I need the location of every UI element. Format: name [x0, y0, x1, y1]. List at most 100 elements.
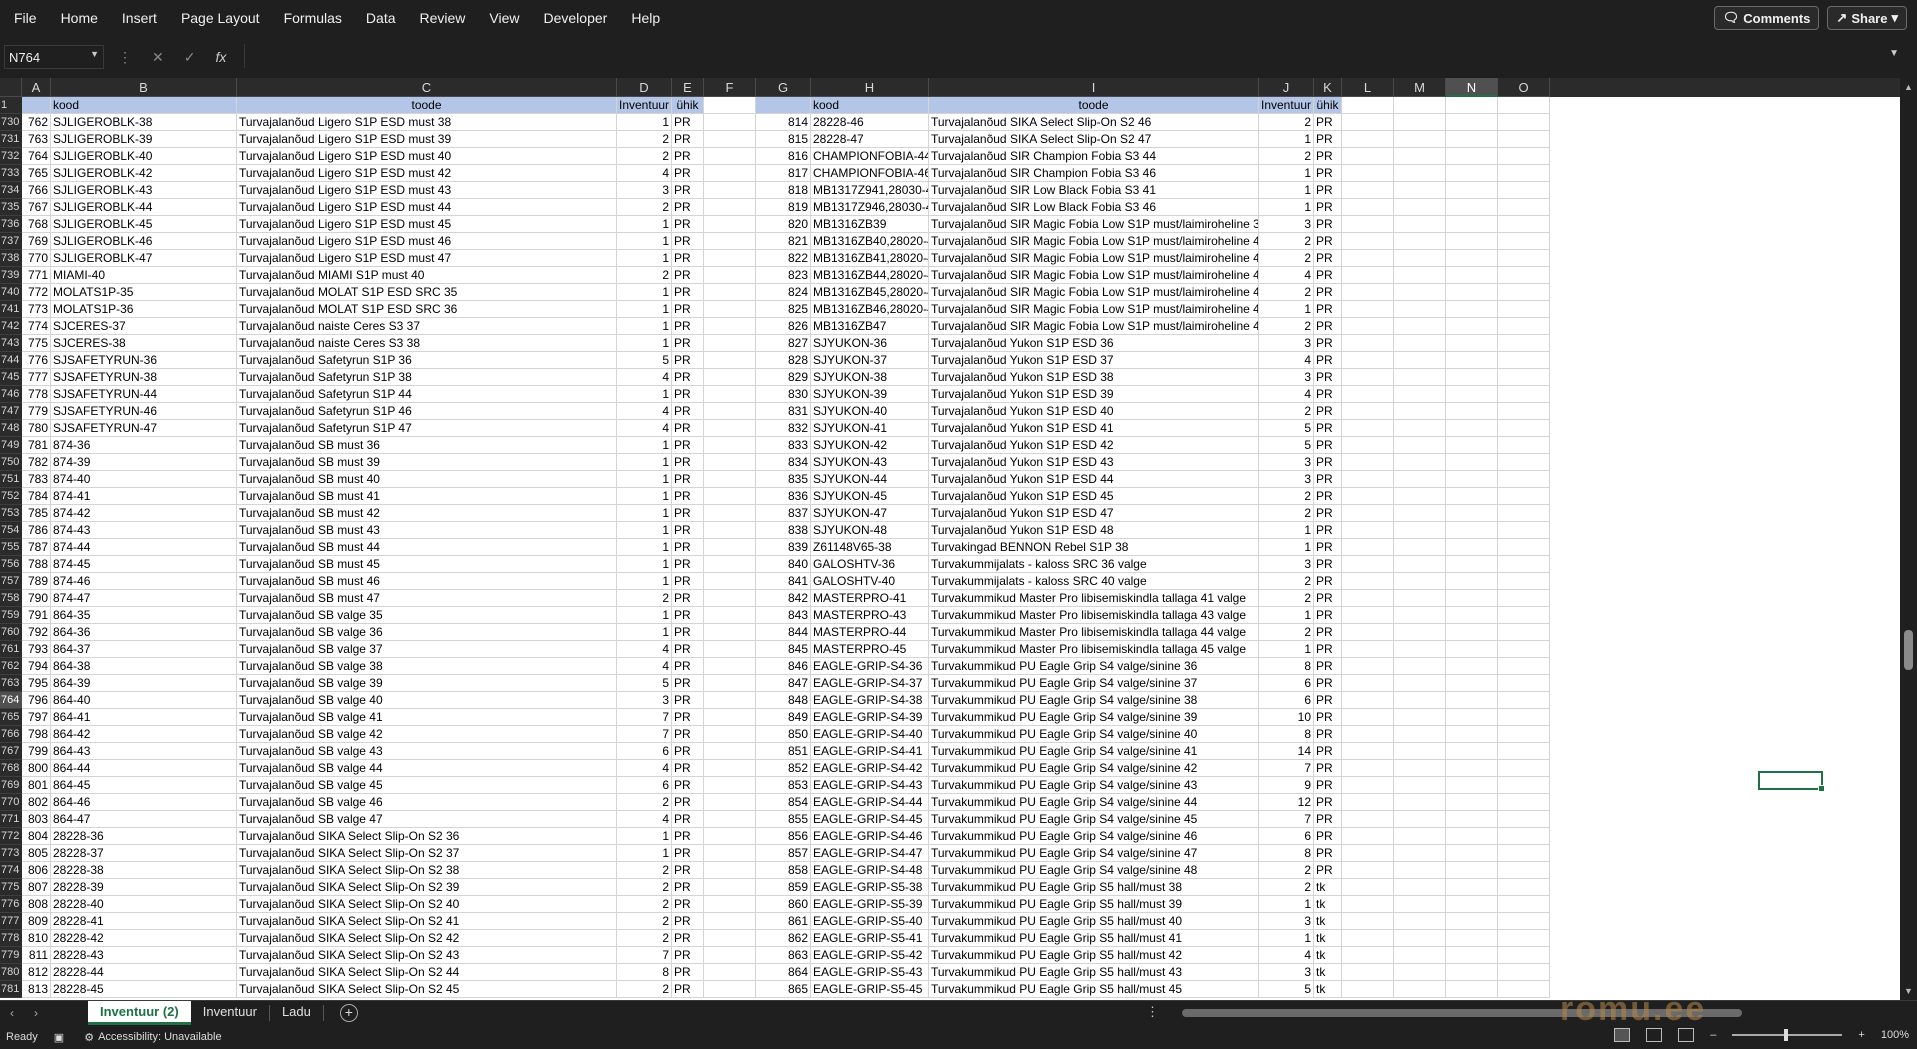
data-cell[interactable]: SJSAFETYRUN-46	[51, 403, 237, 420]
data-cell[interactable]: 3	[1259, 454, 1314, 471]
data-cell[interactable]: EAGLE-GRIP-S4-36	[811, 658, 929, 675]
empty-cell[interactable]	[1342, 420, 1394, 437]
row-header[interactable]: 776	[0, 896, 22, 913]
data-cell[interactable]: Turvajalanõud SIKA Select Slip-On S2 38	[237, 862, 617, 879]
empty-cell[interactable]	[1342, 216, 1394, 233]
empty-cell[interactable]	[1394, 420, 1446, 437]
data-cell[interactable]: 807	[22, 879, 51, 896]
data-cell[interactable]: PR	[1314, 301, 1342, 318]
data-cell[interactable]: EAGLE-GRIP-S5-39	[811, 896, 929, 913]
empty-cell[interactable]	[1446, 896, 1498, 913]
data-cell[interactable]: 2	[1259, 403, 1314, 420]
data-cell[interactable]: 848	[756, 692, 811, 709]
data-cell[interactable]: SJYUKON-43	[811, 454, 929, 471]
data-cell[interactable]: tk	[1314, 981, 1342, 998]
row-header[interactable]: 737	[0, 233, 22, 250]
empty-cell[interactable]	[1394, 726, 1446, 743]
data-cell[interactable]: Turvakummikud PU Eagle Grip S5 hall/must…	[929, 879, 1259, 896]
data-cell[interactable]: tk	[1314, 913, 1342, 930]
empty-cell[interactable]	[704, 505, 756, 522]
empty-cell[interactable]	[1498, 930, 1550, 947]
empty-cell[interactable]	[1446, 624, 1498, 641]
data-cell[interactable]: MASTERPRO-43	[811, 607, 929, 624]
data-cell[interactable]: 793	[22, 641, 51, 658]
header-cell[interactable]	[756, 97, 811, 114]
data-cell[interactable]: EAGLE-GRIP-S4-42	[811, 760, 929, 777]
empty-cell[interactable]	[704, 216, 756, 233]
data-cell[interactable]: PR	[1314, 488, 1342, 505]
empty-cell[interactable]	[704, 182, 756, 199]
data-cell[interactable]: PR	[672, 318, 704, 335]
data-cell[interactable]: PR	[672, 726, 704, 743]
data-cell[interactable]: PR	[1314, 131, 1342, 148]
empty-cell[interactable]	[1446, 165, 1498, 182]
empty-cell[interactable]	[1394, 250, 1446, 267]
row-header[interactable]: 771	[0, 811, 22, 828]
data-cell[interactable]: 851	[756, 743, 811, 760]
data-cell[interactable]: Turvajalanõud SB must 42	[237, 505, 617, 522]
data-cell[interactable]: MB1316ZB46,28020-46	[811, 301, 929, 318]
data-cell[interactable]: Turvakummikud Master Pro libisemiskindla…	[929, 624, 1259, 641]
empty-cell[interactable]	[1446, 862, 1498, 879]
select-all-corner[interactable]	[0, 78, 22, 97]
data-cell[interactable]: PR	[672, 216, 704, 233]
data-cell[interactable]: Turvajalanõud Safetyrun S1P 38	[237, 369, 617, 386]
empty-cell[interactable]	[704, 114, 756, 131]
empty-cell[interactable]	[1446, 199, 1498, 216]
data-cell[interactable]: Turvajalanõud SIR Champion Fobia S3 44	[929, 148, 1259, 165]
data-cell[interactable]: Turvajalanõud SB must 43	[237, 522, 617, 539]
data-cell[interactable]: PR	[1314, 590, 1342, 607]
data-cell[interactable]: 818	[756, 182, 811, 199]
data-cell[interactable]: Turvakingad BENNON Rebel S1P 38	[929, 539, 1259, 556]
data-cell[interactable]: Turvakummikud PU Eagle Grip S4 valge/sin…	[929, 726, 1259, 743]
empty-cell[interactable]	[1342, 250, 1394, 267]
empty-cell[interactable]	[1446, 284, 1498, 301]
data-cell[interactable]: PR	[1314, 675, 1342, 692]
data-cell[interactable]: SJYUKON-44	[811, 471, 929, 488]
empty-cell[interactable]	[1498, 522, 1550, 539]
empty-cell[interactable]	[1342, 403, 1394, 420]
empty-cell[interactable]	[1394, 947, 1446, 964]
data-cell[interactable]: 1	[617, 505, 672, 522]
data-cell[interactable]: 1	[1259, 522, 1314, 539]
empty-cell[interactable]	[704, 811, 756, 828]
data-cell[interactable]: 1	[1259, 641, 1314, 658]
empty-cell[interactable]	[1446, 692, 1498, 709]
empty-cell[interactable]	[1446, 471, 1498, 488]
empty-cell[interactable]	[1342, 505, 1394, 522]
header-cell[interactable]: kood	[811, 97, 929, 114]
data-cell[interactable]: 844	[756, 624, 811, 641]
empty-cell[interactable]	[1446, 573, 1498, 590]
data-cell[interactable]: PR	[1314, 607, 1342, 624]
empty-cell[interactable]	[1394, 131, 1446, 148]
data-cell[interactable]: PR	[672, 420, 704, 437]
data-cell[interactable]: Turvajalanõud Safetyrun S1P 36	[237, 352, 617, 369]
data-cell[interactable]: Turvajalanõud SB valge 40	[237, 692, 617, 709]
data-cell[interactable]: 791	[22, 607, 51, 624]
data-cell[interactable]: Turvajalanõud SIR Low Black Fobia S3 46	[929, 199, 1259, 216]
empty-cell[interactable]	[704, 658, 756, 675]
data-cell[interactable]: EAGLE-GRIP-S5-40	[811, 913, 929, 930]
data-cell[interactable]: 864-35	[51, 607, 237, 624]
empty-cell[interactable]	[704, 250, 756, 267]
data-cell[interactable]: SJLIGEROBLK-45	[51, 216, 237, 233]
data-cell[interactable]: Turvajalanõud Ligero S1P ESD must 40	[237, 148, 617, 165]
empty-cell[interactable]	[1342, 743, 1394, 760]
data-cell[interactable]: 834	[756, 454, 811, 471]
data-cell[interactable]: 825	[756, 301, 811, 318]
data-cell[interactable]: 3	[1259, 913, 1314, 930]
data-cell[interactable]: PR	[1314, 658, 1342, 675]
data-cell[interactable]: 841	[756, 573, 811, 590]
data-cell[interactable]: Turvakummikud PU Eagle Grip S5 hall/must…	[929, 930, 1259, 947]
empty-cell[interactable]	[1342, 556, 1394, 573]
row-header[interactable]: 772	[0, 828, 22, 845]
data-cell[interactable]: Turvakummikud PU Eagle Grip S5 hall/must…	[929, 896, 1259, 913]
row-header[interactable]: 732	[0, 148, 22, 165]
data-cell[interactable]: Turvajalanõud Ligero S1P ESD must 44	[237, 199, 617, 216]
header-cell[interactable]	[22, 97, 51, 114]
data-cell[interactable]: MB1316ZB47	[811, 318, 929, 335]
sheet-tab-inventuur-2[interactable]: Inventuur (2)	[88, 1000, 191, 1025]
data-cell[interactable]: 874-43	[51, 522, 237, 539]
empty-cell[interactable]	[1446, 335, 1498, 352]
empty-cell[interactable]	[1342, 675, 1394, 692]
